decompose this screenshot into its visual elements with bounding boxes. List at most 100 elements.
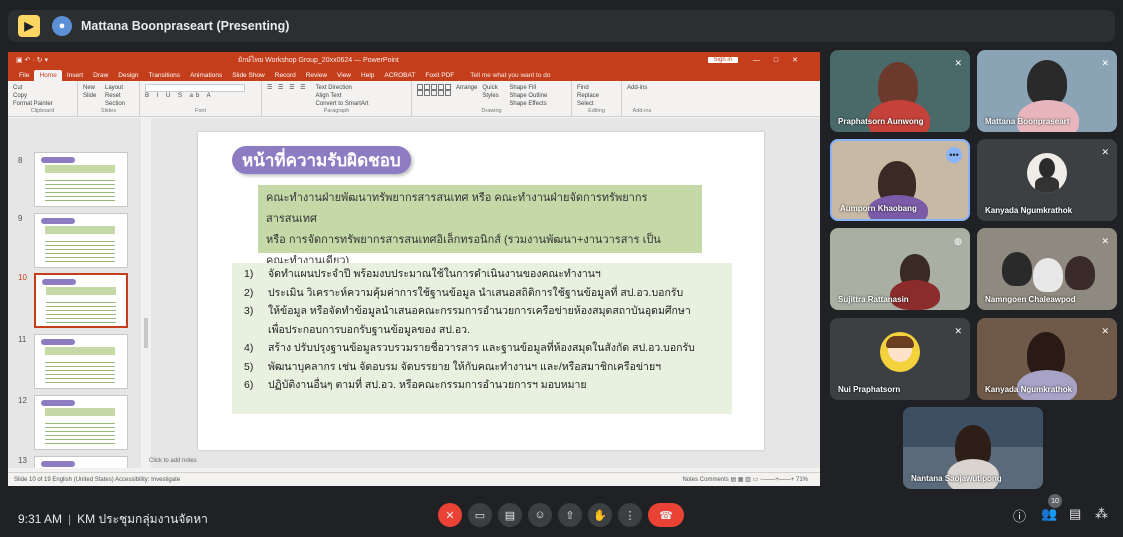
quick-access-toolbar[interactable]: ▣ ↶ · ↻ ▾	[16, 56, 48, 64]
shape-outline-button[interactable]: Shape Outline	[509, 92, 547, 100]
participant-tile[interactable]: ✕ Kanyada Ngumkrathok	[977, 318, 1117, 400]
mic-toggle-button[interactable]: ✕	[438, 503, 462, 527]
shapes-gallery[interactable]	[417, 84, 451, 96]
layout-button[interactable]: Layout	[105, 84, 125, 92]
arrange-button[interactable]: Arrange	[456, 84, 477, 92]
convert-smartart-button[interactable]: Convert to SmartArt	[316, 100, 369, 108]
participant-tile[interactable]: ✕ Kanyada Ngumkrathok	[977, 139, 1117, 221]
section-button[interactable]: Section	[105, 100, 125, 108]
clock-time: 9:31 AM	[18, 512, 63, 526]
font-group: B I U S ab A Font	[140, 81, 262, 116]
presenting-icon[interactable]: ▶	[18, 15, 40, 37]
tab-foxit-pdf[interactable]: Foxit PDF	[420, 70, 459, 81]
find-button[interactable]: Find	[577, 84, 616, 92]
camera-toggle-button[interactable]: ▭	[468, 503, 492, 527]
tab-animations[interactable]: Animations	[185, 70, 227, 81]
window-controls[interactable]: —□✕	[753, 56, 812, 64]
meeting-control-bar: 9:31 AM | KM ประชุมกลุ่มงานจัดหา ✕ ▭ ▤ ☺ ⇧…	[0, 496, 1123, 537]
paragraph-label: Paragraph	[323, 108, 350, 114]
tab-design[interactable]: Design	[113, 70, 143, 81]
emoji-button[interactable]: ☺	[528, 503, 552, 527]
sign-in-button[interactable]: Sign in	[707, 57, 738, 63]
list-item: 3) ให้ข้อมูล หรือจัดทำข้อมูลนำเสนอคณะกรรม…	[244, 305, 691, 317]
format-painter-button[interactable]: Format Painter	[13, 100, 72, 108]
intro-line: หรือ การจัดการทรัพยากรสารสนเทศอิเล็กทรอน…	[266, 234, 661, 246]
list-item: 5) พัฒนาบุคลากร เช่น จัดอบรม จัดบรรยาย ให…	[244, 360, 662, 373]
raise-hand-button[interactable]: ✋	[588, 503, 612, 527]
text-direction-button[interactable]: Text Direction	[316, 84, 369, 92]
replace-button[interactable]: Replace	[577, 92, 616, 100]
tab-view[interactable]: View	[332, 70, 356, 81]
list-item: 1) จัดทำแผนประจำปี พร้อมงบประมาณใช้ในการด…	[244, 268, 601, 280]
leave-call-button[interactable]: ☎	[648, 503, 684, 527]
slide-thumbnail-selected[interactable]	[34, 273, 128, 328]
slide-thumbnails-pane: 8 9 10 11 12 13	[8, 118, 141, 468]
participant-tile[interactable]: ✕ Praphatsorn Aunwong	[830, 50, 970, 132]
captions-button[interactable]: ▤	[498, 503, 522, 527]
ppt-status-bar: Slide 10 of 19 English (United States) A…	[8, 472, 820, 486]
avatar	[880, 332, 920, 372]
tab-review[interactable]: Review	[301, 70, 332, 81]
thumbnails-scrollbar[interactable]	[142, 118, 150, 468]
duties-list-box: 1) จัดทำแผนประจำปี พร้อมงบประมาณใช้ในการด…	[232, 263, 732, 414]
notes-pane[interactable]: Click to add notes	[143, 458, 820, 468]
thumb-number: 8	[18, 156, 23, 165]
more-options-icon[interactable]: •••	[946, 147, 962, 163]
tab-draw[interactable]: Draw	[88, 70, 113, 81]
slide-thumbnail[interactable]	[34, 213, 128, 268]
participant-tile[interactable]: ◍ Sujittra Rattanasin	[830, 228, 970, 310]
select-button[interactable]: Select	[577, 100, 616, 108]
tab-acrobat[interactable]: ACROBAT	[379, 70, 420, 81]
shape-fill-button[interactable]: Shape Fill	[509, 84, 547, 92]
intro-line: คณะทำงานฝ่ายพัฒนาทรัพยากรสารสนเทศ หรือ ค…	[266, 192, 648, 225]
participant-tile[interactable]: ✕ Nui Praphatsorn	[830, 318, 970, 400]
present-button[interactable]: ⇧	[558, 503, 582, 527]
new-slide-button[interactable]: New Slide	[83, 84, 101, 108]
people-icon[interactable]: 👥	[1041, 506, 1057, 522]
participant-tile-active[interactable]: ••• Aumporn Khaobang	[830, 139, 970, 221]
tab-home[interactable]: Home	[34, 70, 62, 81]
more-options-button[interactable]: ⋮	[618, 503, 642, 527]
copy-button[interactable]: Copy	[13, 92, 72, 100]
drawing-label: Drawing	[481, 108, 502, 114]
slide-title: หน้าที่ความรับผิดชอบ	[232, 146, 411, 174]
thumb-number: 12	[18, 396, 27, 405]
list-item: 4) สร้าง ปรับปรุงฐานข้อมูลรวบรวมรายชื่อวา…	[244, 342, 695, 354]
captions-icon: ▤	[504, 509, 516, 522]
tab-record[interactable]: Record	[270, 70, 301, 81]
tab-file[interactable]: File	[14, 70, 34, 81]
tab-help[interactable]: Help	[356, 70, 379, 81]
participant-tile[interactable]: ✕ Mattana Boonpraseart	[977, 50, 1117, 132]
participant-tile[interactable]: ✕ Namngoen Chaleawpod	[977, 228, 1117, 310]
font-format-buttons[interactable]: B I U S ab A	[145, 92, 256, 100]
participant-name: Nui Praphatsorn	[838, 385, 901, 394]
align-text-button[interactable]: Align Text	[316, 92, 369, 100]
cut-button[interactable]: Cut	[13, 84, 72, 92]
thumb-number: 10	[18, 273, 27, 282]
tab-transitions[interactable]: Transitions	[144, 70, 186, 81]
slide-thumbnail[interactable]	[34, 395, 128, 450]
reset-button[interactable]: Reset	[105, 92, 125, 100]
tab-insert[interactable]: Insert	[62, 70, 88, 81]
present-icon: ⇧	[565, 509, 575, 522]
slide-thumbnail[interactable]	[34, 334, 128, 389]
participant-tile[interactable]: Nantana Saojawutipong	[903, 407, 1043, 489]
duties-list: 1) จัดทำแผนประจำปี พร้อมงบประมาณใช้ในการด…	[232, 263, 732, 395]
paragraph-align-buttons[interactable]: ☰ ☰ ☰ ☰	[267, 84, 308, 108]
chat-icon[interactable]: ▤	[1069, 506, 1081, 522]
quick-styles-button[interactable]: Quick Styles	[482, 84, 504, 100]
shape-effects-button[interactable]: Shape Effects	[509, 100, 547, 108]
paragraph-group: ☰ ☰ ☰ ☰ Text Direction Align Text Conver…	[262, 81, 412, 116]
slide-thumbnail[interactable]	[34, 456, 128, 468]
addins-button[interactable]: Add-ins	[627, 84, 657, 92]
status-right[interactable]: Notes Comments ▤ ▦ ▥ ▭ −——+——+ 71%	[682, 476, 808, 483]
current-slide[interactable]: หน้าที่ความรับผิดชอบ คณะทำงานฝ่ายพัฒนาทร…	[198, 132, 764, 450]
info-icon[interactable]: ⓘ	[1013, 506, 1026, 525]
slide-thumbnail[interactable]	[34, 152, 128, 207]
tell-me-search[interactable]: Tell me what you want to do	[465, 70, 555, 81]
activities-icon[interactable]: ⁂	[1095, 506, 1108, 522]
mic-on-icon: ◍	[954, 236, 962, 246]
addins-label: Add-ins	[632, 108, 652, 114]
tab-slide-show[interactable]: Slide Show	[227, 70, 270, 81]
font-selector[interactable]	[145, 84, 245, 92]
